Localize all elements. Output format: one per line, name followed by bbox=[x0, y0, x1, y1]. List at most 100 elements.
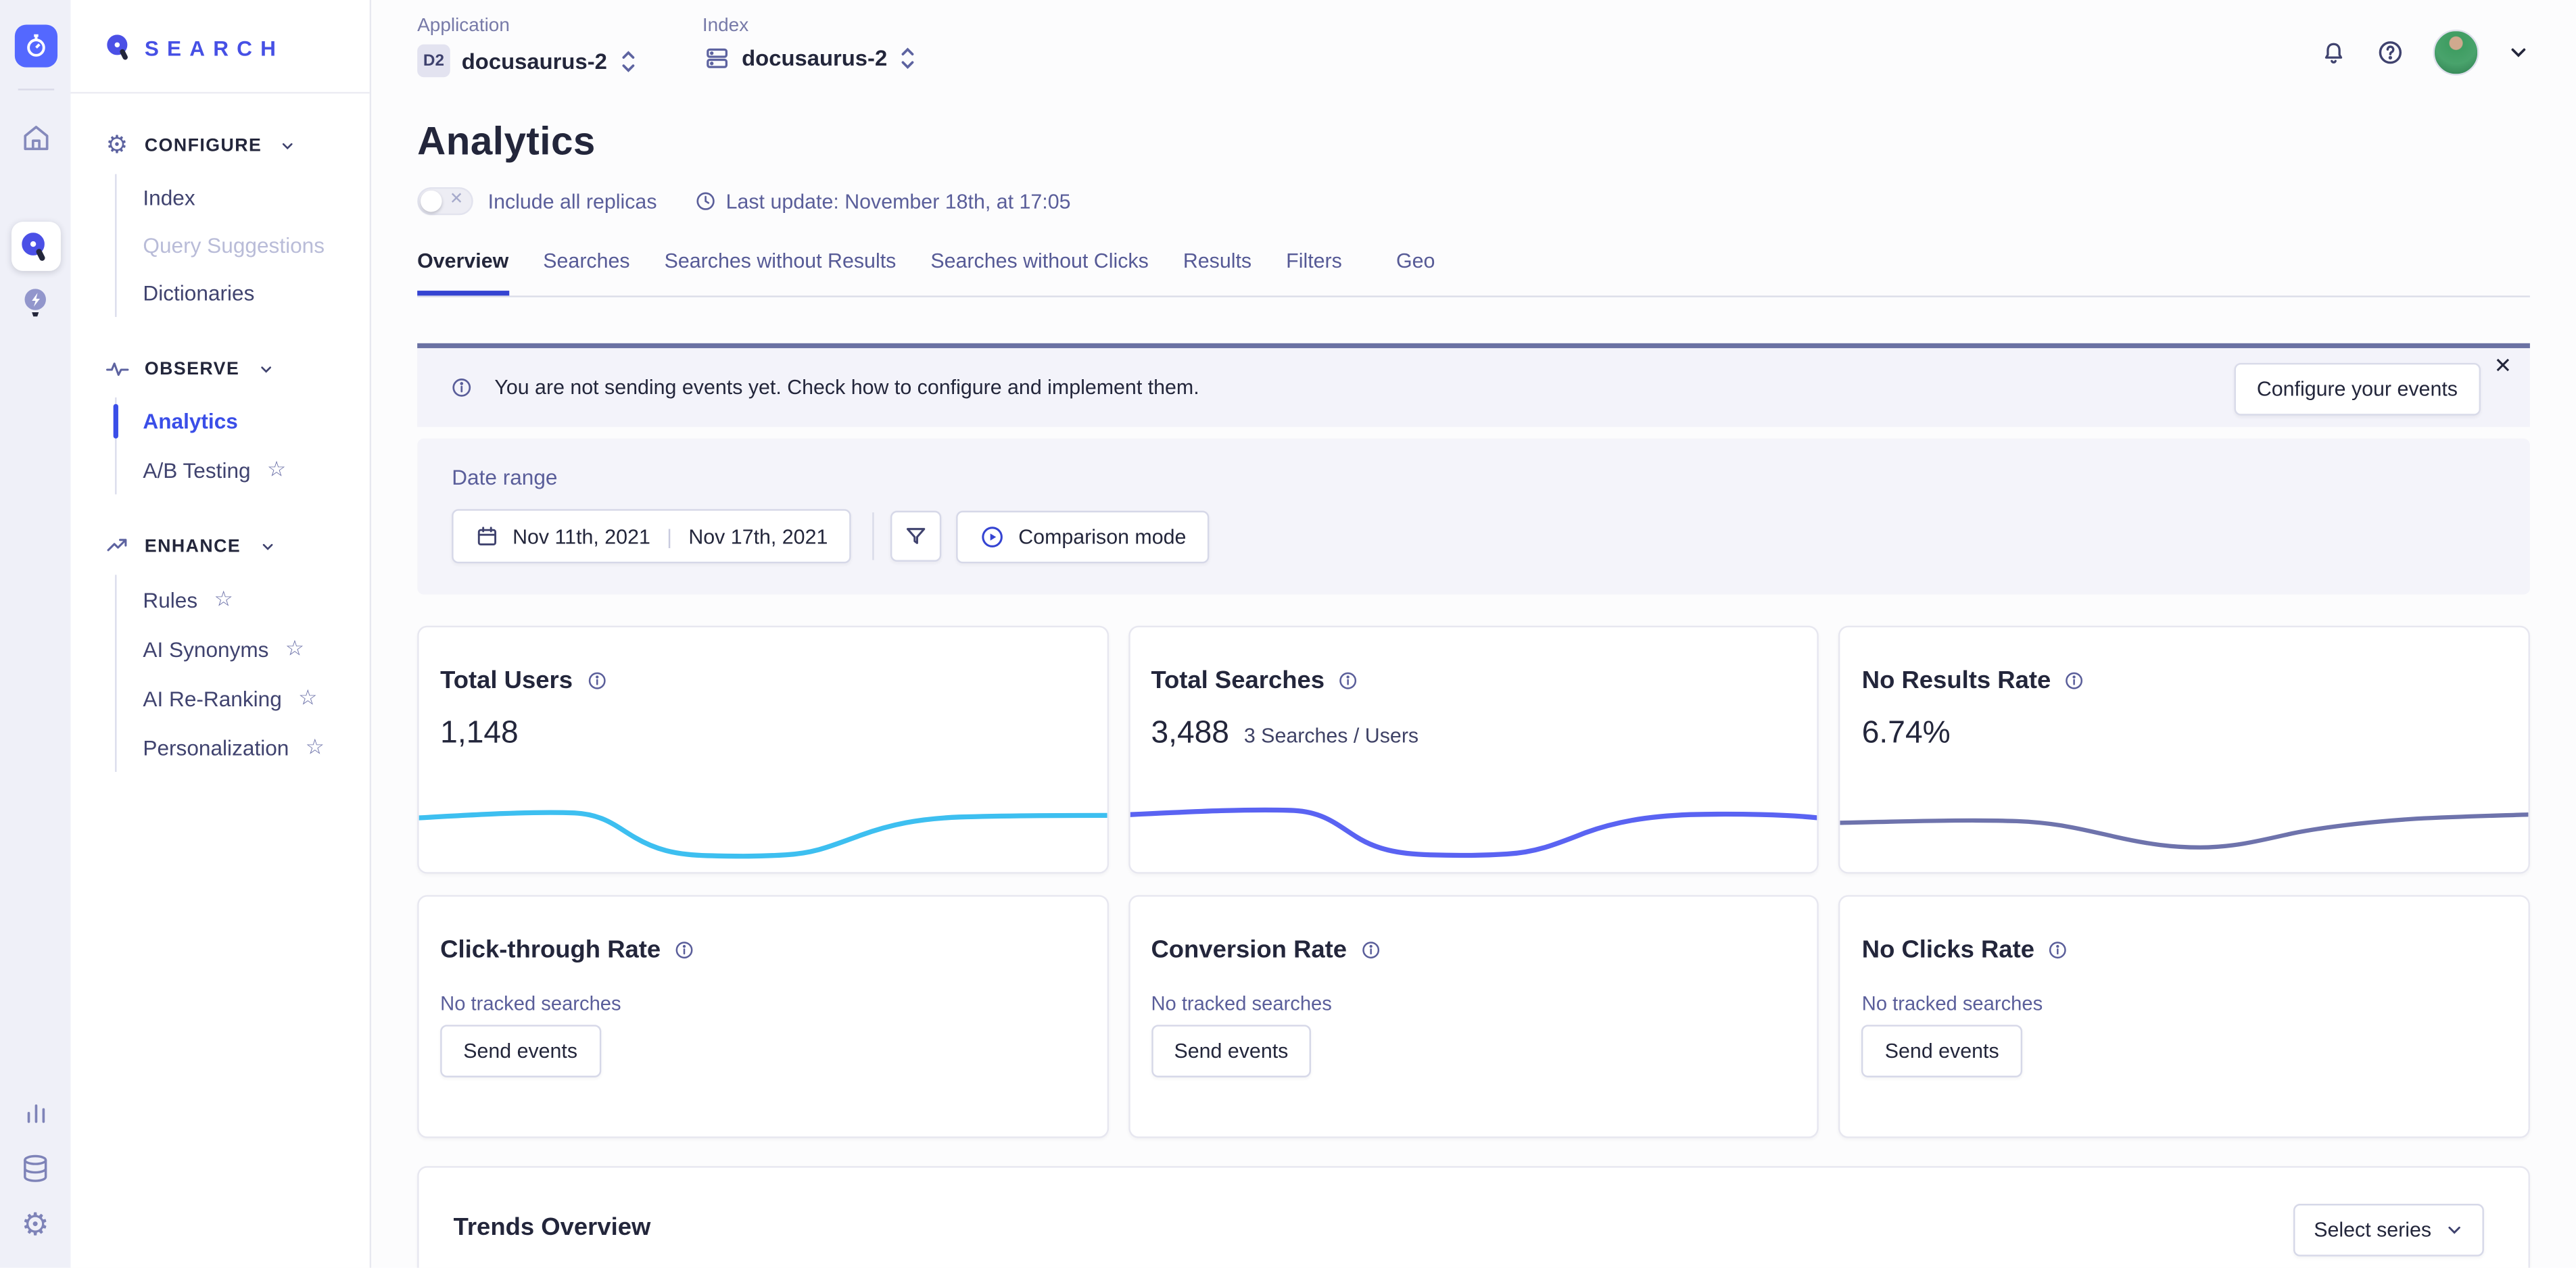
controls-divider bbox=[872, 512, 874, 560]
timer-app-icon[interactable] bbox=[14, 24, 57, 67]
tab-geo[interactable]: Geo bbox=[1396, 249, 1435, 295]
card-total-users: Total Users 1,148 bbox=[417, 626, 1108, 874]
sidebar-item-ai-synonyms[interactable]: AI Synonyms ☆ bbox=[117, 624, 370, 673]
send-events-button[interactable]: Send events bbox=[1151, 1025, 1311, 1077]
logo-text: SEARCH bbox=[145, 35, 284, 59]
gear-icon: ⚙ bbox=[105, 133, 130, 157]
filter-button[interactable] bbox=[890, 511, 941, 562]
last-update: Last update: November 18th, at 17:05 bbox=[694, 190, 1070, 213]
tab-searches-without-results[interactable]: Searches without Results bbox=[665, 249, 897, 295]
user-menu-chevron-icon[interactable] bbox=[2507, 41, 2530, 64]
info-icon[interactable] bbox=[1338, 670, 1360, 691]
tab-results[interactable]: Results bbox=[1183, 249, 1251, 295]
sidebar-item-analytics[interactable]: Analytics bbox=[117, 397, 370, 445]
index-label: Index bbox=[702, 16, 917, 36]
sidebar-item-ab-testing[interactable]: A/B Testing ☆ bbox=[117, 445, 370, 494]
trending-up-icon bbox=[105, 534, 130, 558]
rail-bottom-group: ⚙ bbox=[20, 1097, 51, 1242]
home-icon[interactable] bbox=[11, 114, 60, 163]
star-icon: ☆ bbox=[214, 586, 233, 612]
metric-value: 1,148 bbox=[440, 716, 519, 752]
sidebar-header-configure[interactable]: ⚙ CONFIGURE bbox=[70, 133, 369, 157]
send-events-button[interactable]: Send events bbox=[1862, 1025, 2022, 1077]
sidebar-header-label: OBSERVE bbox=[145, 359, 239, 379]
notifications-bell-icon[interactable] bbox=[2320, 39, 2347, 66]
clock-icon bbox=[694, 191, 716, 212]
sparkline-total-users bbox=[419, 782, 1107, 864]
banner-message: You are not sending events yet. Check ho… bbox=[494, 376, 1199, 399]
include-replicas-toggle[interactable]: ✕ bbox=[417, 187, 473, 215]
star-icon: ☆ bbox=[306, 734, 325, 760]
database-icon[interactable] bbox=[20, 1153, 51, 1184]
sidebar-section-observe: OBSERVE Analytics A/B Testing ☆ bbox=[70, 356, 369, 494]
trends-title: Trends Overview bbox=[419, 1168, 2529, 1242]
sidebar-header-enhance[interactable]: ENHANCE bbox=[70, 534, 369, 558]
sidebar-item-index[interactable]: Index bbox=[117, 174, 370, 222]
events-banner: You are not sending events yet. Check ho… bbox=[417, 343, 2530, 427]
card-conversion-rate: Conversion Rate No tracked searches Send… bbox=[1128, 895, 1819, 1138]
sidebar-item-ai-reranking[interactable]: AI Re-Ranking ☆ bbox=[117, 673, 370, 723]
application-badge: D2 bbox=[417, 45, 450, 78]
search-logo[interactable]: SEARCH bbox=[70, 0, 369, 92]
card-no-results-rate: No Results Rate 6.74% bbox=[1839, 626, 2530, 874]
info-icon[interactable] bbox=[1360, 940, 1382, 961]
sidebar-item-query-suggestions[interactable]: Query Suggestions bbox=[117, 222, 370, 269]
sidebar-item-rules[interactable]: Rules ☆ bbox=[117, 575, 370, 624]
comparison-mode-button[interactable]: Comparison mode bbox=[956, 510, 1210, 562]
star-icon: ☆ bbox=[285, 635, 304, 662]
replica-toggle-row: ✕ Include all replicas Last update: Nove… bbox=[417, 187, 2530, 215]
settings-gear-icon[interactable]: ⚙ bbox=[22, 1211, 49, 1242]
updown-chevrons-icon bbox=[619, 49, 637, 73]
index-select[interactable]: docusaurus-2 bbox=[702, 45, 917, 72]
search-product-icon[interactable] bbox=[11, 222, 60, 271]
card-total-searches: Total Searches 3,488 3 Searches / Users bbox=[1128, 626, 1819, 874]
rail-divider bbox=[18, 89, 53, 90]
page-title: Analytics bbox=[417, 120, 2530, 166]
bar-chart-icon[interactable] bbox=[20, 1097, 50, 1127]
recommend-bulb-icon[interactable] bbox=[11, 278, 60, 327]
select-series-button[interactable]: Select series bbox=[2294, 1204, 2484, 1257]
metric-value: 6.74% bbox=[1862, 716, 1951, 752]
send-events-button[interactable]: Send events bbox=[440, 1025, 600, 1077]
chevron-down-icon bbox=[258, 360, 274, 376]
index-server-icon bbox=[702, 45, 730, 72]
tab-overview[interactable]: Overview bbox=[417, 249, 508, 295]
metric-value: 3,488 bbox=[1151, 716, 1229, 752]
app-window: ⚙ SEARCH ⚙ CONFIGURE Index Query Sugges bbox=[0, 0, 2576, 1268]
card-no-clicks-rate: No Clicks Rate No tracked searches Send … bbox=[1839, 895, 2530, 1138]
application-select[interactable]: D2 docusaurus-2 bbox=[417, 45, 636, 78]
info-icon[interactable] bbox=[674, 940, 696, 961]
pulse-icon bbox=[105, 356, 130, 381]
help-icon[interactable] bbox=[2375, 38, 2405, 68]
close-icon[interactable]: ✕ bbox=[2494, 353, 2512, 379]
tab-searches-without-clicks[interactable]: Searches without Clicks bbox=[930, 249, 1148, 295]
info-icon[interactable] bbox=[2064, 670, 2086, 691]
star-icon: ☆ bbox=[298, 685, 317, 711]
calendar-icon bbox=[475, 524, 499, 548]
date-range-label: Date range bbox=[452, 465, 2496, 489]
tab-filters[interactable]: Filters bbox=[1286, 249, 1342, 295]
configure-events-button[interactable]: Configure your events bbox=[2234, 363, 2481, 416]
tab-searches[interactable]: Searches bbox=[543, 249, 629, 295]
info-icon[interactable] bbox=[2047, 940, 2069, 961]
card-click-through-rate: Click-through Rate No tracked searches S… bbox=[417, 895, 1108, 1138]
top-bar: Application D2 docusaurus-2 Index docu bbox=[417, 0, 2530, 77]
index-selector: Index docusaurus-2 bbox=[702, 16, 917, 72]
sidebar-header-observe[interactable]: OBSERVE bbox=[70, 356, 369, 381]
date-end: Nov 17th, 2021 bbox=[688, 525, 828, 547]
date-range-picker[interactable]: Nov 11th, 2021 | Nov 17th, 2021 bbox=[452, 509, 851, 563]
stopwatch-icon bbox=[22, 33, 49, 59]
sidebar-header-label: ENHANCE bbox=[145, 536, 241, 556]
empty-state-text: No tracked searches bbox=[1840, 964, 2528, 1015]
play-circle-icon bbox=[979, 523, 1005, 550]
metric-subtitle: 3 Searches / Users bbox=[1244, 725, 1418, 748]
empty-state-text: No tracked searches bbox=[419, 964, 1107, 1015]
date-start: Nov 11th, 2021 bbox=[512, 525, 650, 547]
info-icon[interactable] bbox=[586, 670, 607, 691]
sidebar-item-dictionaries[interactable]: Dictionaries bbox=[117, 269, 370, 316]
sidebar-item-personalization[interactable]: Personalization ☆ bbox=[117, 723, 370, 772]
user-avatar[interactable] bbox=[2433, 30, 2479, 76]
main-content: Application D2 docusaurus-2 Index docu bbox=[371, 0, 2576, 1268]
funnel-icon bbox=[903, 524, 928, 548]
updown-chevrons-icon bbox=[899, 46, 917, 70]
